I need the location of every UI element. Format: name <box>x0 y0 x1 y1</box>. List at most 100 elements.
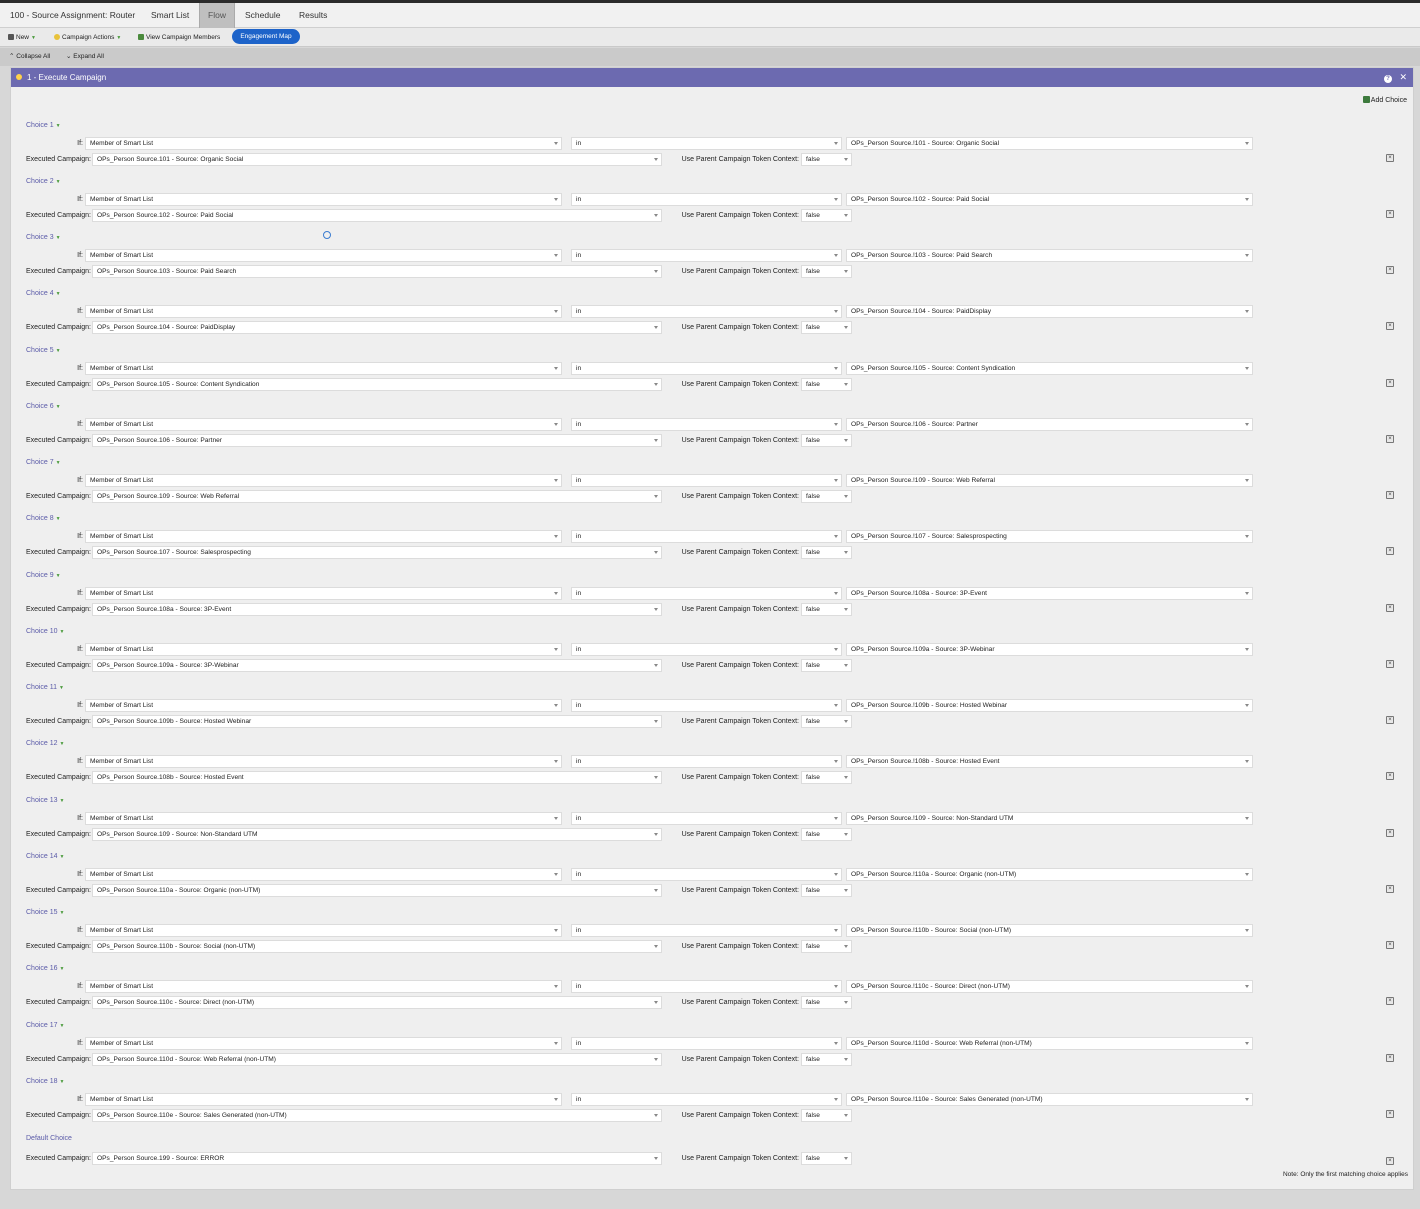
campaign-select[interactable]: OPs_Person Source.107 - Source: Salespro… <box>92 546 662 559</box>
condition-select[interactable]: Member of Smart List <box>85 1037 562 1050</box>
delete-icon[interactable]: × <box>1386 154 1394 162</box>
smart-list-select[interactable]: OPs_Person Source.!108a - Source: 3P-Eve… <box>846 587 1253 600</box>
smart-list-select[interactable]: OPs_Person Source.!110a - Source: Organi… <box>846 868 1253 881</box>
token-context-select[interactable]: false <box>801 378 852 391</box>
campaign-select[interactable]: OPs_Person Source.108a - Source: 3P-Even… <box>92 603 662 616</box>
operator-select[interactable]: in <box>571 362 842 375</box>
choice-label[interactable]: Choice 18 ▼ <box>26 1078 64 1085</box>
condition-select[interactable]: Member of Smart List <box>85 474 562 487</box>
campaign-select[interactable]: OPs_Person Source.109a - Source: 3P-Webi… <box>92 659 662 672</box>
choice-label[interactable]: Choice 17 ▼ <box>26 1022 64 1029</box>
campaign-select[interactable]: OPs_Person Source.110e - Source: Sales G… <box>92 1109 662 1122</box>
operator-select[interactable]: in <box>571 980 842 993</box>
smart-list-select[interactable]: OPs_Person Source.!107 - Source: Salespr… <box>846 530 1253 543</box>
campaign-select[interactable]: OPs_Person Source.109 - Source: Web Refe… <box>92 490 662 503</box>
tab-schedule[interactable]: Schedule <box>241 3 284 28</box>
expand-all-button[interactable]: ⌄ Expand All <box>66 52 104 60</box>
smart-list-select[interactable]: OPs_Person Source.!105 - Source: Content… <box>846 362 1253 375</box>
choice-label[interactable]: Choice 12 ▼ <box>26 740 64 747</box>
smart-list-select[interactable]: OPs_Person Source.!110d - Source: Web Re… <box>846 1037 1253 1050</box>
tab-results[interactable]: Results <box>295 3 331 28</box>
token-context-select[interactable]: false <box>801 828 852 841</box>
choice-label[interactable]: Choice 3 ▼ <box>26 234 61 241</box>
engagement-map-button[interactable]: Engagement Map <box>232 29 300 44</box>
choice-label[interactable]: Choice 11 ▼ <box>26 684 64 691</box>
condition-select[interactable]: Member of Smart List <box>85 137 562 150</box>
token-context-select[interactable]: false <box>801 659 852 672</box>
delete-icon[interactable]: × <box>1386 1157 1394 1165</box>
tab-campaign-name[interactable]: 100 - Source Assignment: Router <box>6 3 139 28</box>
delete-icon[interactable]: × <box>1386 322 1394 330</box>
campaign-select[interactable]: OPs_Person Source.108b - Source: Hosted … <box>92 771 662 784</box>
campaign-select[interactable]: OPs_Person Source.105 - Source: Content … <box>92 378 662 391</box>
token-context-select[interactable]: false <box>801 209 852 222</box>
collapse-all-button[interactable]: ⌃ Collapse All <box>9 52 50 60</box>
token-context-select[interactable]: false <box>801 1053 852 1066</box>
view-members-button[interactable]: View Campaign Members <box>138 31 220 44</box>
operator-select[interactable]: in <box>571 699 842 712</box>
smart-list-select[interactable]: OPs_Person Source.!106 - Source: Partner <box>846 418 1253 431</box>
smart-list-select[interactable]: OPs_Person Source.!109 - Source: Web Ref… <box>846 474 1253 487</box>
token-context-select[interactable]: false <box>801 265 852 278</box>
smart-list-select[interactable]: OPs_Person Source.!109 - Source: Non-Sta… <box>846 812 1253 825</box>
delete-icon[interactable]: × <box>1386 1054 1394 1062</box>
campaign-actions-button[interactable]: Campaign Actions ▼ <box>54 31 121 44</box>
condition-select[interactable]: Member of Smart List <box>85 1093 562 1106</box>
campaign-select[interactable]: OPs_Person Source.109b - Source: Hosted … <box>92 715 662 728</box>
smart-list-select[interactable]: OPs_Person Source.!101 - Source: Organic… <box>846 137 1253 150</box>
choice-label[interactable]: Choice 14 ▼ <box>26 853 64 860</box>
delete-icon[interactable]: × <box>1386 941 1394 949</box>
token-context-select[interactable]: false <box>801 546 852 559</box>
delete-icon[interactable]: × <box>1386 997 1394 1005</box>
operator-select[interactable]: in <box>571 249 842 262</box>
add-choice-button[interactable]: Add Choice <box>1362 96 1407 104</box>
operator-select[interactable]: in <box>571 868 842 881</box>
choice-label[interactable]: Choice 1 ▼ <box>26 122 61 129</box>
condition-select[interactable]: Member of Smart List <box>85 868 562 881</box>
delete-icon[interactable]: × <box>1386 772 1394 780</box>
operator-select[interactable]: in <box>571 474 842 487</box>
condition-select[interactable]: Member of Smart List <box>85 362 562 375</box>
campaign-select[interactable]: OPs_Person Source.102 - Source: Paid Soc… <box>92 209 662 222</box>
token-context-select[interactable]: false <box>801 603 852 616</box>
delete-icon[interactable]: × <box>1386 491 1394 499</box>
choice-label[interactable]: Choice 4 ▼ <box>26 290 61 297</box>
condition-select[interactable]: Member of Smart List <box>85 418 562 431</box>
operator-select[interactable]: in <box>571 137 842 150</box>
operator-select[interactable]: in <box>571 587 842 600</box>
condition-select[interactable]: Member of Smart List <box>85 755 562 768</box>
condition-select[interactable]: Member of Smart List <box>85 530 562 543</box>
condition-select[interactable]: Member of Smart List <box>85 305 562 318</box>
campaign-select[interactable]: OPs_Person Source.103 - Source: Paid Sea… <box>92 265 662 278</box>
choice-label[interactable]: Choice 5 ▼ <box>26 347 61 354</box>
token-context-select[interactable]: false <box>801 1109 852 1122</box>
token-context-select[interactable]: false <box>801 940 852 953</box>
smart-list-select[interactable]: OPs_Person Source.!104 - Source: PaidDis… <box>846 305 1253 318</box>
choice-label[interactable]: Choice 7 ▼ <box>26 459 61 466</box>
choice-label[interactable]: Choice 16 ▼ <box>26 965 64 972</box>
delete-icon[interactable]: × <box>1386 604 1394 612</box>
close-icon[interactable]: ✕ <box>1399 72 1407 83</box>
condition-select[interactable]: Member of Smart List <box>85 699 562 712</box>
choice-label[interactable]: Choice 13 ▼ <box>26 797 64 804</box>
condition-select[interactable]: Member of Smart List <box>85 193 562 206</box>
new-button[interactable]: New ▼ <box>8 31 36 44</box>
choice-label[interactable]: Choice 15 ▼ <box>26 909 64 916</box>
condition-select[interactable]: Member of Smart List <box>85 587 562 600</box>
smart-list-select[interactable]: OPs_Person Source.!110e - Source: Sales … <box>846 1093 1253 1106</box>
token-context-select[interactable]: false <box>801 715 852 728</box>
campaign-select[interactable]: OPs_Person Source.106 - Source: Partner <box>92 434 662 447</box>
campaign-select[interactable]: OPs_Person Source.110b - Source: Social … <box>92 940 662 953</box>
operator-select[interactable]: in <box>571 924 842 937</box>
token-context-select[interactable]: false <box>801 434 852 447</box>
condition-select[interactable]: Member of Smart List <box>85 924 562 937</box>
smart-list-select[interactable]: OPs_Person Source.!102 - Source: Paid So… <box>846 193 1253 206</box>
choice-label[interactable]: Choice 10 ▼ <box>26 628 64 635</box>
choice-label[interactable]: Choice 6 ▼ <box>26 403 61 410</box>
operator-select[interactable]: in <box>571 418 842 431</box>
campaign-select[interactable]: OPs_Person Source.110c - Source: Direct … <box>92 996 662 1009</box>
token-context-select[interactable]: false <box>801 771 852 784</box>
condition-select[interactable]: Member of Smart List <box>85 249 562 262</box>
campaign-select[interactable]: OPs_Person Source.101 - Source: Organic … <box>92 153 662 166</box>
operator-select[interactable]: in <box>571 305 842 318</box>
